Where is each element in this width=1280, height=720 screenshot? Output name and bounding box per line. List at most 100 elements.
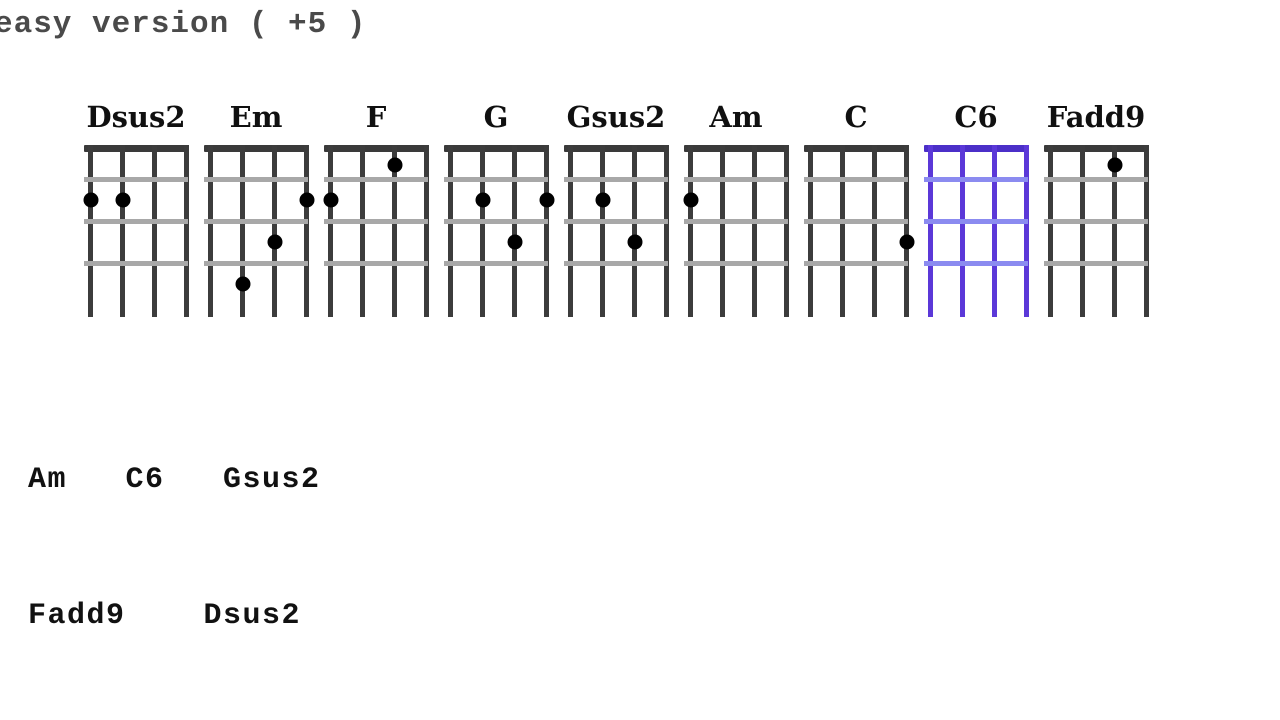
fret-line-2 xyxy=(684,219,788,224)
string-3 xyxy=(272,145,277,317)
chord-diagram-f[interactable]: F xyxy=(323,100,429,325)
string-2 xyxy=(480,145,485,317)
chord-label: Fadd9 xyxy=(1046,100,1146,134)
finger-dot-s3-f3 xyxy=(267,234,283,250)
fret-line-3 xyxy=(84,261,188,266)
progression-line-2: Fadd9 Dsus2 xyxy=(28,599,302,633)
nut xyxy=(804,145,908,152)
fretboard xyxy=(1044,145,1149,325)
fretboard xyxy=(323,145,429,325)
chord-diagram-c[interactable]: C xyxy=(804,100,915,325)
string-3 xyxy=(632,145,637,317)
string-4 xyxy=(784,145,789,317)
finger-dot-s4-f2 xyxy=(539,192,555,208)
fret-line-1 xyxy=(564,177,668,182)
string-4 xyxy=(424,145,429,317)
string-2 xyxy=(840,145,845,317)
fretboard xyxy=(564,145,669,325)
nut xyxy=(1044,145,1148,152)
string-1 xyxy=(808,145,813,317)
nut xyxy=(564,145,668,152)
string-4 xyxy=(904,145,909,317)
fret-line-2 xyxy=(924,219,1028,224)
chord-diagram-strip: Dsus2 Em F G Gsus2 Am C C6 Fadd9 xyxy=(83,100,1198,330)
fret-line-1 xyxy=(684,177,788,182)
nut xyxy=(204,145,308,152)
fret-line-2 xyxy=(1044,219,1148,224)
string-4 xyxy=(304,145,309,317)
finger-dot-s3-f3 xyxy=(507,234,523,250)
fret-line-1 xyxy=(324,177,428,182)
chord-diagram-fadd9[interactable]: Fadd9 xyxy=(1044,100,1149,325)
fret-line-2 xyxy=(804,219,908,224)
fret-line-1 xyxy=(204,177,308,182)
string-4 xyxy=(1024,145,1029,317)
progression-line-1: Am C6 Gsus2 xyxy=(28,463,321,497)
fret-line-2 xyxy=(204,219,308,224)
string-3 xyxy=(872,145,877,317)
string-1 xyxy=(88,145,93,317)
string-2 xyxy=(600,145,605,317)
nut xyxy=(324,145,428,152)
fret-line-2 xyxy=(324,219,428,224)
fret-line-3 xyxy=(924,261,1028,266)
fretboard xyxy=(804,145,915,325)
string-2 xyxy=(1080,145,1085,317)
nut xyxy=(684,145,788,152)
chord-diagram-c6[interactable]: C6 xyxy=(924,100,1029,325)
finger-dot-s2-f2 xyxy=(115,192,131,208)
string-4 xyxy=(664,145,669,317)
fretboard xyxy=(83,145,189,325)
finger-dot-s4-f3 xyxy=(899,234,915,250)
fret-line-3 xyxy=(444,261,548,266)
fret-line-1 xyxy=(804,177,908,182)
chord-diagram-em[interactable]: Em xyxy=(204,100,315,325)
fret-line-3 xyxy=(204,261,308,266)
finger-dot-s4-f2 xyxy=(299,192,315,208)
string-3 xyxy=(152,145,157,317)
string-1 xyxy=(568,145,573,317)
finger-dot-s2-f2 xyxy=(595,192,611,208)
string-1 xyxy=(328,145,333,317)
string-4 xyxy=(184,145,189,317)
finger-dot-s2-f4 xyxy=(235,276,251,292)
string-4 xyxy=(1144,145,1149,317)
string-1 xyxy=(928,145,933,317)
fret-line-1 xyxy=(924,177,1028,182)
chord-diagram-g[interactable]: G xyxy=(444,100,555,325)
string-4 xyxy=(544,145,549,317)
string-2 xyxy=(720,145,725,317)
fret-line-1 xyxy=(444,177,548,182)
fretboard xyxy=(204,145,315,325)
string-1 xyxy=(448,145,453,317)
string-1 xyxy=(688,145,693,317)
fret-line-3 xyxy=(1044,261,1148,266)
finger-dot-s1-f2 xyxy=(83,192,99,208)
chord-diagram-gsus2[interactable]: Gsus2 xyxy=(564,100,669,325)
fret-line-3 xyxy=(324,261,428,266)
fretboard xyxy=(924,145,1029,325)
nut xyxy=(444,145,548,152)
string-3 xyxy=(992,145,997,317)
fret-line-3 xyxy=(564,261,668,266)
fret-line-1 xyxy=(1044,177,1148,182)
fret-line-2 xyxy=(84,219,188,224)
finger-dot-s3-f1 xyxy=(387,157,403,172)
fret-line-1 xyxy=(84,177,188,182)
string-1 xyxy=(1048,145,1053,317)
page-title: easy version ( +5 ) xyxy=(0,7,367,42)
string-3 xyxy=(512,145,517,317)
string-3 xyxy=(752,145,757,317)
string-2 xyxy=(960,145,965,317)
fret-line-2 xyxy=(444,219,548,224)
chord-diagram-dsus2[interactable]: Dsus2 xyxy=(83,100,189,325)
finger-dot-s1-f2 xyxy=(323,192,339,208)
string-2 xyxy=(360,145,365,317)
finger-dot-s3-f1 xyxy=(1107,157,1123,172)
fretboard xyxy=(444,145,555,325)
finger-dot-s3-f3 xyxy=(627,234,643,250)
nut xyxy=(84,145,188,152)
string-1 xyxy=(208,145,213,317)
chord-diagram-am[interactable]: Am xyxy=(683,100,789,325)
finger-dot-s1-f2 xyxy=(683,192,699,208)
